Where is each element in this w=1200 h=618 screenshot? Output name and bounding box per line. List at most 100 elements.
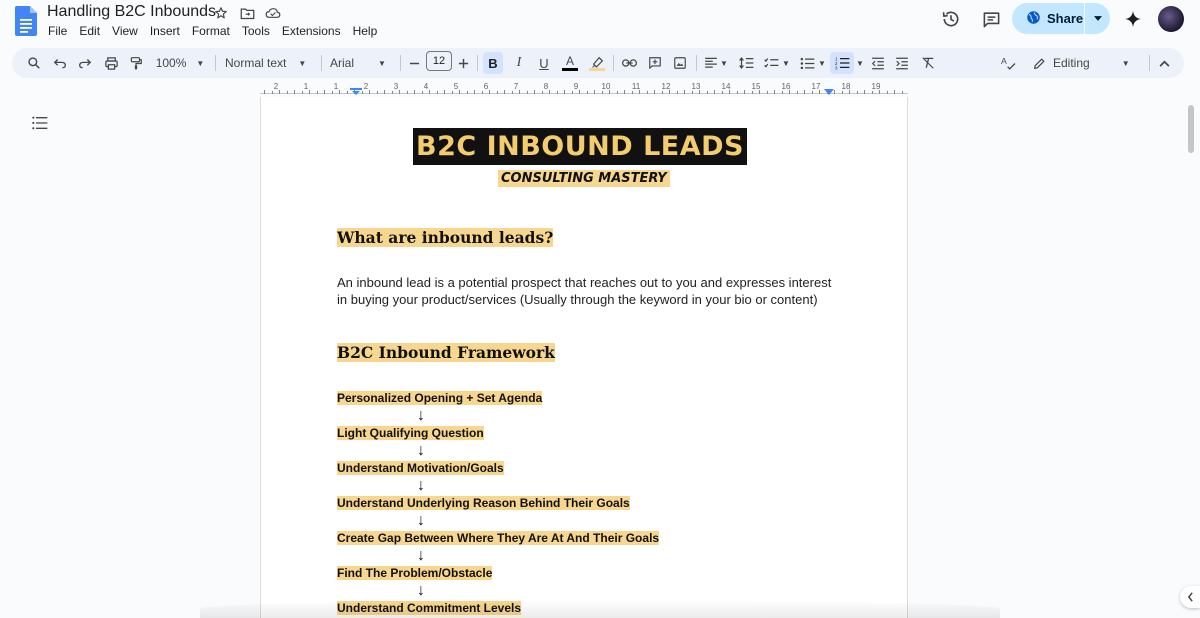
ruler-tick bbox=[549, 90, 550, 94]
ruler-number: 2 bbox=[363, 82, 369, 91]
ruler-tick bbox=[586, 91, 588, 94]
document-page[interactable]: B2C INBOUND LEADS CONSULTING MASTERY Wha… bbox=[260, 97, 908, 618]
checklist-icon[interactable]: ▼ bbox=[762, 52, 792, 74]
underline-icon[interactable]: U bbox=[534, 52, 554, 74]
ruler-tick bbox=[601, 91, 603, 94]
ruler-tick bbox=[316, 91, 318, 94]
side-panel-toggle-icon[interactable] bbox=[1180, 586, 1200, 608]
ruler-tick bbox=[594, 90, 595, 94]
ruler-right-margin-marker[interactable] bbox=[824, 89, 834, 95]
increase-font-size-icon[interactable] bbox=[456, 52, 470, 74]
ruler-tick bbox=[796, 91, 798, 94]
share-dropdown-icon[interactable] bbox=[1085, 3, 1110, 34]
link-icon[interactable] bbox=[619, 52, 639, 74]
paragraph-style-select[interactable]: Normal text ▼ bbox=[223, 52, 315, 74]
ruler-left-margin-marker[interactable] bbox=[350, 88, 362, 95]
menu-insert[interactable]: Insert bbox=[144, 24, 186, 38]
bullet-list-icon[interactable]: ▼ bbox=[798, 52, 828, 74]
cloud-saved-icon[interactable] bbox=[263, 4, 283, 22]
italic-icon[interactable]: I bbox=[509, 52, 529, 74]
ruler-tick bbox=[421, 91, 423, 94]
ruler-number: 3 bbox=[393, 82, 399, 91]
decrease-font-size-icon[interactable] bbox=[407, 52, 421, 74]
ruler-tick bbox=[774, 90, 775, 94]
menu-file[interactable]: File bbox=[42, 24, 73, 38]
clear-format-icon[interactable] bbox=[918, 52, 938, 74]
ruler-tick bbox=[901, 91, 903, 94]
redo-icon[interactable] bbox=[75, 52, 95, 74]
heading-framework: B2C Inbound Framework bbox=[337, 343, 555, 363]
ruler-tick bbox=[781, 91, 783, 94]
menu-extensions[interactable]: Extensions bbox=[276, 24, 347, 38]
document-outline-icon[interactable] bbox=[32, 116, 48, 135]
ruler-tick bbox=[729, 90, 730, 94]
text-color-label: A bbox=[565, 54, 574, 68]
docs-logo-icon[interactable] bbox=[15, 6, 37, 36]
ruler-tick bbox=[894, 90, 895, 94]
ruler-tick bbox=[819, 90, 820, 94]
font-select[interactable]: Arial ▼ bbox=[328, 52, 392, 74]
ruler-number: 4 bbox=[423, 82, 429, 91]
menu-format[interactable]: Format bbox=[186, 24, 236, 38]
scrollbar-thumb[interactable] bbox=[1188, 105, 1194, 153]
ruler-tick bbox=[541, 91, 543, 94]
ruler-tick bbox=[519, 90, 520, 94]
collapse-icon[interactable] bbox=[1154, 52, 1174, 74]
print-icon[interactable] bbox=[101, 52, 121, 74]
down-arrow-icon: ↓ bbox=[417, 582, 425, 599]
toolbar: 100% ▼ Normal text ▼ Arial ▼ 12 B I U A ▼ bbox=[12, 48, 1184, 78]
ruler-tick bbox=[661, 91, 663, 94]
comment-icon[interactable] bbox=[645, 52, 665, 74]
ruler-tick bbox=[504, 90, 505, 94]
align-icon[interactable]: ▼ bbox=[702, 52, 730, 74]
ruler-tick bbox=[714, 90, 715, 94]
ruler-tick bbox=[804, 90, 805, 94]
indent-decrease-icon[interactable] bbox=[868, 52, 888, 74]
ruler-tick bbox=[811, 91, 813, 94]
document-title[interactable]: Handling B2C Inbounds bbox=[47, 3, 216, 21]
framework-step: Personalized Opening + Set Agenda bbox=[337, 391, 543, 405]
ruler-tick bbox=[429, 90, 430, 94]
undo-icon[interactable] bbox=[50, 52, 70, 74]
spellcheck-icon[interactable]: A bbox=[998, 52, 1020, 74]
zoom-select[interactable]: 100% ▼ bbox=[152, 52, 208, 74]
highlight-icon[interactable] bbox=[587, 52, 607, 74]
ruler-tick bbox=[736, 91, 738, 94]
ruler-tick bbox=[871, 91, 873, 94]
ruler[interactable]: 2 1 1 2 3 4 5 6 7 8 9 10 11 12 13 14 15 16 17 18 19 bbox=[260, 82, 908, 96]
ruler-tick bbox=[616, 91, 618, 94]
paragraph-style-value: Normal text bbox=[225, 56, 287, 70]
editing-mode-select[interactable]: Editing ▼ bbox=[1030, 52, 1142, 74]
gemini-icon[interactable] bbox=[1122, 8, 1144, 30]
font-size-input[interactable]: 12 bbox=[426, 51, 452, 71]
vertical-scrollbar[interactable] bbox=[1186, 100, 1196, 618]
image-icon[interactable] bbox=[670, 52, 690, 74]
ruler-tick bbox=[609, 90, 610, 94]
line-spacing-icon[interactable] bbox=[736, 52, 756, 74]
ruler-tick bbox=[856, 91, 858, 94]
bold-icon[interactable]: B bbox=[483, 52, 503, 74]
svg-text:3: 3 bbox=[835, 65, 838, 70]
move-folder-icon[interactable] bbox=[237, 4, 257, 22]
ruler-tick bbox=[264, 90, 265, 94]
ruler-tick bbox=[384, 90, 385, 94]
search-icon[interactable] bbox=[24, 52, 44, 74]
ruler-tick bbox=[459, 90, 460, 94]
share-button[interactable]: Share bbox=[1012, 3, 1110, 34]
ruler-tick bbox=[534, 90, 535, 94]
text-color-icon[interactable]: A bbox=[560, 52, 580, 74]
indent-increase-icon[interactable] bbox=[892, 52, 912, 74]
star-icon[interactable] bbox=[211, 4, 231, 22]
avatar[interactable] bbox=[1158, 6, 1184, 32]
paint-format-icon[interactable] bbox=[126, 52, 146, 74]
menu-tools[interactable]: Tools bbox=[236, 24, 276, 38]
menu-help[interactable]: Help bbox=[347, 24, 384, 38]
banner-title-text: B2C INBOUND LEADS bbox=[416, 131, 744, 162]
numbered-list-icon[interactable]: 123 bbox=[830, 52, 854, 74]
comments-icon[interactable] bbox=[980, 8, 1002, 30]
menu-view[interactable]: View bbox=[106, 24, 144, 38]
version-history-icon[interactable] bbox=[940, 8, 962, 30]
ruler-tick bbox=[406, 91, 408, 94]
numbered-list-dropdown-icon[interactable]: ▼ bbox=[854, 52, 866, 74]
menu-edit[interactable]: Edit bbox=[73, 24, 106, 38]
